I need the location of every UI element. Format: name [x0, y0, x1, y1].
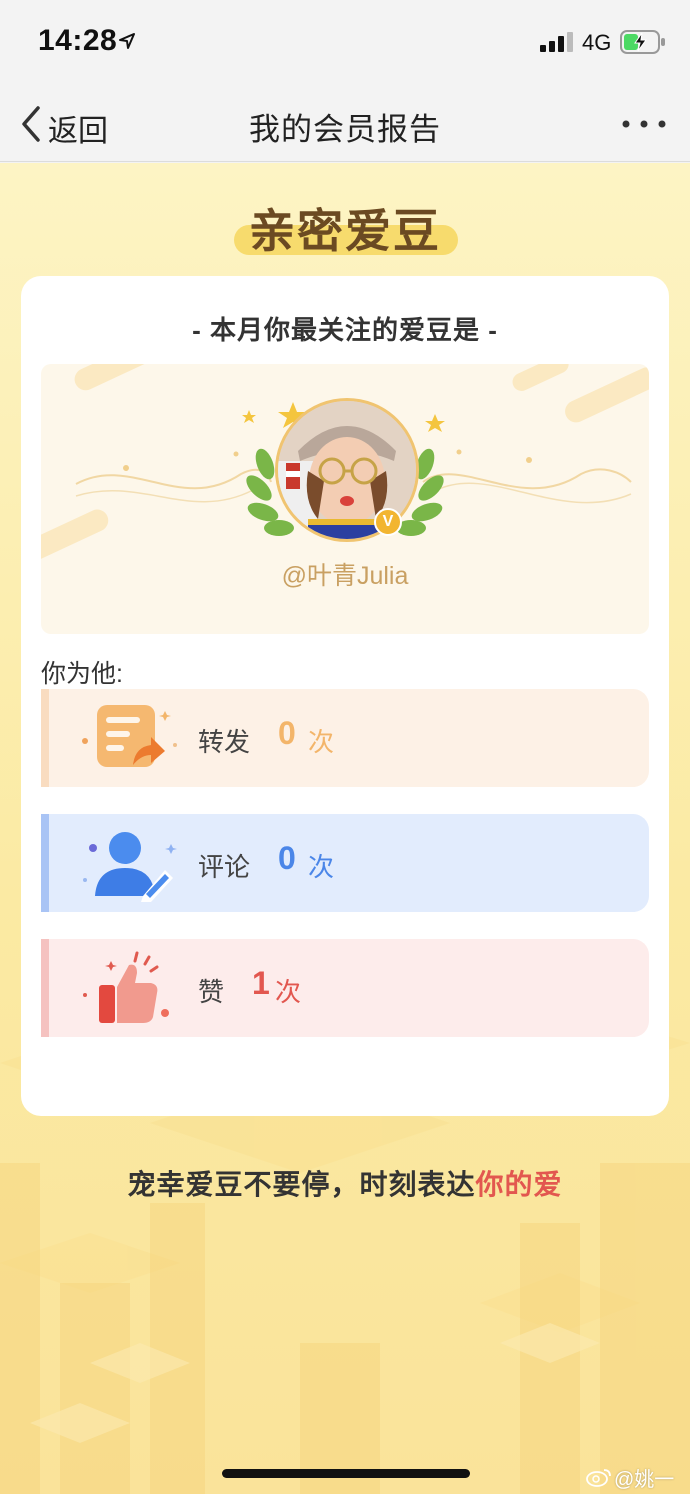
stat-label: 转发: [198, 727, 251, 757]
stat-row-comment: 评论 0 次: [41, 814, 649, 912]
slogan-main: 宠幸爱豆不要停，时刻表达: [127, 1169, 476, 1200]
card-subtitle: - 本月你最关注的爱豆是 -: [192, 315, 498, 345]
home-indicator[interactable]: [222, 1469, 470, 1478]
navigation-bar: 返回 我的会员报告: [0, 86, 690, 162]
watermark: @姚一奇: [614, 1469, 675, 1491]
stat-row-like: 赞 1 次: [41, 939, 649, 1037]
section-header: 亲密爱豆: [0, 193, 690, 263]
forward-icon: [82, 705, 177, 767]
more-options-icon[interactable]: [620, 120, 668, 128]
stat-row-forward: 转发 0 次: [41, 689, 649, 787]
idol-panel[interactable]: V @叶青Julia: [41, 364, 649, 634]
stat-count: 0: [278, 840, 296, 876]
weibo-icon: [586, 1469, 611, 1487]
for-him-label: 你为他:: [41, 660, 123, 688]
stat-unit: 次: [308, 727, 335, 757]
network-type: 4G: [582, 30, 612, 55]
status-time: 14:28: [38, 24, 118, 57]
stat-accent-bar: [41, 814, 49, 912]
idol-name[interactable]: @叶青Julia: [41, 556, 649, 592]
stat-unit: 次: [308, 852, 335, 882]
stat-accent-bar: [41, 939, 49, 1037]
page-title: 我的会员报告: [249, 112, 441, 147]
stat-label: 赞: [198, 977, 225, 1007]
stat-accent-bar: [41, 689, 49, 787]
verified-badge: V: [374, 508, 402, 536]
stat-label: 评论: [198, 852, 251, 882]
report-content[interactable]: 亲密爱豆 - 本月你最关注的爱豆是 - V @叶青Julia 你为他: 转发 0…: [0, 163, 690, 1494]
signal-icon: [540, 32, 573, 52]
thumbs-up-icon: [83, 951, 169, 1023]
status-bar: 14:28 4G: [0, 0, 690, 86]
idol-report-card: - 本月你最关注的爱豆是 - V @叶青Julia 你为他: 转发 0 次 评论…: [21, 276, 669, 1116]
slogan: 宠幸爱豆不要停，时刻表达你的爱: [0, 1163, 690, 1203]
stat-count: 1: [252, 965, 270, 1001]
section-title: 亲密爱豆: [249, 205, 441, 257]
stat-count: 0: [278, 715, 296, 751]
stat-unit: 次: [275, 977, 302, 1007]
slogan-highlight: 你的爱: [475, 1169, 563, 1200]
battery-charging-icon: [620, 30, 665, 54]
location-arrow-icon: [119, 33, 135, 49]
comment-user-icon: [83, 832, 177, 902]
